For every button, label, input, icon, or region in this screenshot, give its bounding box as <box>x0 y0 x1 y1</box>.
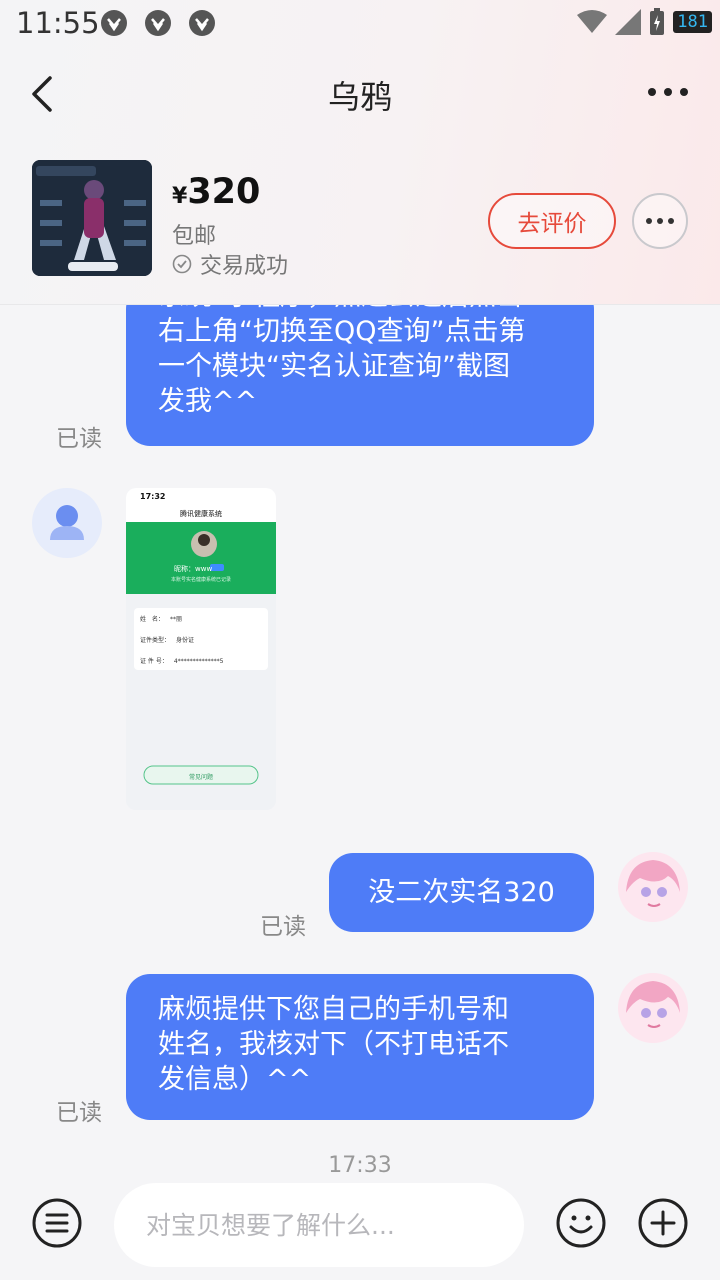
shot-idno-label: 证 件 号： <box>140 658 168 665</box>
trade-status: 交易成功 <box>172 248 288 280</box>
message-bubble[interactable]: 没二次实名320 <box>329 853 594 932</box>
shot-title: 腾讯健康系统 <box>180 510 222 518</box>
seller-avatar[interactable] <box>32 488 102 558</box>
message-line: 姓名，我核对下（不打电话不 <box>158 1029 509 1060</box>
price-value: 320 <box>187 172 261 212</box>
message-line: 右上角“切换至QQ查询”点击第 <box>158 316 526 347</box>
product-more-button[interactable] <box>632 193 688 249</box>
shipping-label: 包邮 <box>172 224 217 249</box>
check-circle-icon <box>172 254 192 274</box>
message-bubble[interactable]: 麻烦提供下您自己的手机号和 姓名，我核对下（不打电话不 发信息）^^ <box>126 974 594 1120</box>
plus-icon[interactable] <box>637 1197 689 1249</box>
read-receipt: 已读 <box>56 426 102 452</box>
message-line: 一个模块“实名认证查询”截图 <box>158 351 510 382</box>
chat-messages[interactable]: 系统”小程序，点进去之后点击 右上角“切换至QQ查询”点击第 一个模块“实名认证… <box>0 305 720 1175</box>
time-separator: 17:33 <box>328 1153 392 1175</box>
message-line: 发信息）^^ <box>158 1064 312 1095</box>
shot-faq-button: 常见问题 <box>188 774 213 781</box>
more-dots-icon <box>646 218 674 224</box>
currency-symbol: ¥ <box>172 184 188 209</box>
shot-idtype-label: 证件类型： <box>140 637 171 644</box>
battery-level: 181 <box>673 11 712 33</box>
product-price: ¥320 <box>172 172 260 212</box>
app-notification-icon <box>189 10 215 36</box>
message-line: 麻烦提供下您自己的手机号和 <box>158 994 509 1025</box>
default-user-icon <box>50 505 84 540</box>
menu-icon[interactable] <box>31 1197 83 1249</box>
product-card[interactable]: ¥320 包邮 交易成功 去评价 <box>0 150 720 305</box>
image-message[interactable]: 17:32 腾讯健康系统 昵称：www 本账号实名健康系统已记录 姓 名： **丽… <box>126 488 276 810</box>
shot-desc: 本账号实名健康系统已记录 <box>170 577 231 583</box>
anime-avatar-image <box>618 852 688 922</box>
status-time: 11:55 <box>16 6 100 40</box>
product-thumbnail[interactable] <box>32 160 152 276</box>
message-input[interactable] <box>114 1183 524 1267</box>
app-notification-icon <box>145 10 171 36</box>
read-receipt: 已读 <box>260 914 306 940</box>
trade-status-label: 交易成功 <box>200 254 289 279</box>
message-text: 没二次实名320 <box>368 877 555 908</box>
app-notification-icon <box>101 10 127 36</box>
shot-idno-value: 4**************5 <box>173 658 224 665</box>
emoji-icon[interactable] <box>555 1197 607 1249</box>
more-options-icon[interactable] <box>646 76 690 108</box>
back-arrow-icon[interactable] <box>26 72 66 116</box>
input-bar <box>0 1175 720 1280</box>
my-avatar[interactable] <box>618 973 688 1043</box>
message-line: 发我^^ <box>158 386 258 417</box>
review-button[interactable]: 去评价 <box>488 193 616 249</box>
shot-idtype-value: 身份证 <box>176 637 195 644</box>
message-line: 系统”小程序，点进去之后点击 <box>158 305 566 314</box>
shot-time: 17:32 <box>140 492 166 501</box>
shot-name-label: 姓 名： <box>140 616 165 623</box>
anime-avatar-image <box>618 973 688 1043</box>
shot-name-value: **丽 <box>170 616 183 623</box>
shot-nickname: 昵称：www <box>174 565 213 573</box>
status-bar: 11:55 181 <box>0 0 720 50</box>
message-bubble[interactable]: 系统”小程序，点进去之后点击 右上角“切换至QQ查询”点击第 一个模块“实名认证… <box>126 305 594 446</box>
my-avatar[interactable] <box>618 852 688 922</box>
signal-icon <box>615 9 642 35</box>
battery-icon <box>650 8 665 35</box>
read-receipt: 已读 <box>56 1100 102 1126</box>
wifi-icon <box>577 10 608 33</box>
